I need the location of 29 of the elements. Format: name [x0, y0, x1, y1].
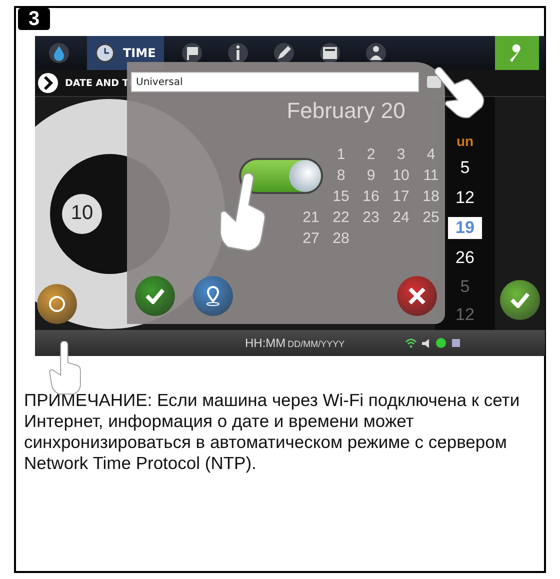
calendar-day[interactable]: 12 — [448, 187, 482, 209]
day-header: un — [456, 133, 474, 149]
calendar-day[interactable]: 5 — [448, 157, 482, 179]
time-date-format: HH:MM DD/MM/YYYY — [245, 336, 345, 350]
calendar-day: 24 — [389, 209, 413, 226]
calendar-day: 17 — [389, 188, 413, 205]
step-number: 3 — [18, 8, 50, 30]
note-text: ПРИМЕЧАНИЕ: Если машина через Wi-Fi подключена к сети Интернет, информация о дате и времени может синхронизироваться в автоматическом режиме с сервером Network Time Protocol (NTP). — [24, 390, 521, 474]
calendar-day: 28 — [329, 230, 353, 247]
calendar-day: 16 — [359, 188, 383, 205]
dial-value: 10 — [62, 194, 102, 234]
calendar-day: 1 — [329, 146, 353, 163]
calendar-day: 27 — [299, 230, 323, 247]
calendar-day: 25 — [419, 209, 443, 226]
calendar-day: 23 — [359, 209, 383, 226]
calendar-day: 9 — [359, 167, 383, 184]
calendar-day[interactable]: 26 — [448, 247, 482, 269]
timezone-field[interactable]: Universal — [131, 72, 419, 92]
month-label: February 20 — [286, 98, 406, 124]
calendar-day: 21 — [299, 209, 323, 226]
calendar-day: 8 — [329, 167, 353, 184]
calendar-day: 11 — [419, 167, 443, 184]
calendar-day: 4 — [419, 146, 443, 163]
calendar-day: 15 — [329, 188, 353, 205]
calendar-day: 3 — [389, 146, 413, 163]
calendar-day: 18 — [419, 188, 443, 205]
calendar-day: 2 — [359, 146, 383, 163]
calendar-day: 10 — [389, 167, 413, 184]
calendar-day: 22 — [329, 209, 353, 226]
